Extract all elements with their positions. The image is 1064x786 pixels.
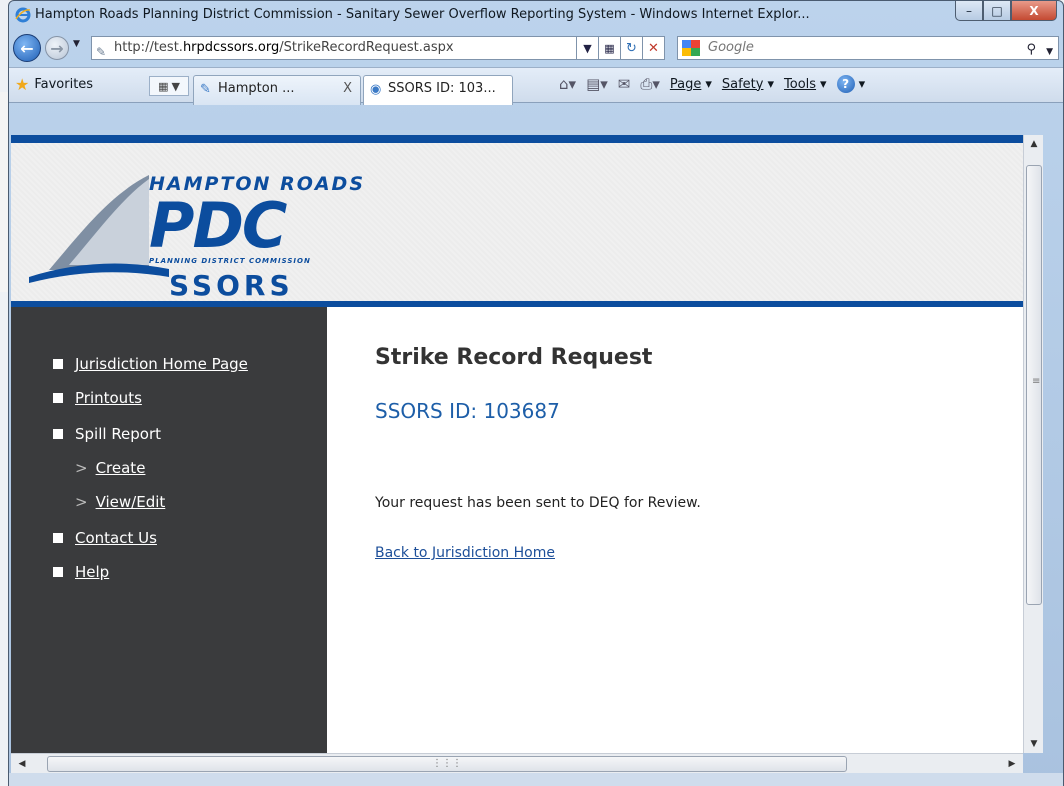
google-logo-icon — [682, 40, 700, 56]
url-dropdown-icon[interactable]: ▼ — [577, 36, 599, 60]
print-icon[interactable]: ⎙▾ — [640, 75, 660, 93]
minimize-button[interactable]: – — [955, 1, 983, 21]
command-bar: ⌂▾ ▤▾ ✉ ⎙▾ Page ▾ Safety ▾ Tools ▾ ? ▾ — [559, 75, 865, 93]
sidebar-item-contact-us[interactable]: Contact Us — [53, 529, 157, 547]
bullet-icon — [53, 567, 63, 577]
scroll-up-icon[interactable]: ▲ — [1024, 135, 1044, 153]
url-domain: hrpdcssors.org — [182, 40, 280, 55]
grip-icon: ≡ — [1032, 376, 1041, 387]
quick-tabs-icon: ▦ — [158, 79, 169, 93]
safety-menu-label: Safety — [721, 76, 764, 92]
search-placeholder: Google — [708, 40, 754, 55]
sidebar-item-view-edit[interactable]: > View/Edit — [75, 493, 165, 511]
stop-icon[interactable]: ✕ — [643, 36, 665, 60]
hrpdc-logo[interactable]: HAMPTON ROADS PDC PLANNING DISTRICT COMM… — [29, 165, 389, 302]
sidebar-item-label[interactable]: Help — [75, 563, 109, 581]
tab-hampton[interactable]: ✎ Hampton ... X — [193, 75, 361, 105]
tab-label: SSORS ID: 103... — [388, 81, 496, 96]
status-bar — [9, 773, 1063, 786]
mail-icon[interactable]: ✉ — [618, 75, 631, 93]
sidebar-item-label: Spill Report — [75, 425, 162, 443]
back-to-jurisdiction-home-link[interactable]: Back to Jurisdiction Home — [375, 545, 555, 561]
sidebar-item-help[interactable]: Help — [53, 563, 109, 581]
sidebar-item-label[interactable]: Contact Us — [75, 529, 157, 547]
page-viewport: HAMPTON ROADS PDC PLANNING DISTRICT COMM… — [11, 135, 1023, 753]
sidebar-item-spill-report: Spill Report — [53, 425, 161, 443]
help-menu[interactable]: ? ▾ — [836, 75, 865, 93]
sidebar-item-label[interactable]: View/Edit — [96, 493, 166, 511]
window-controls: – □ X — [955, 1, 1057, 21]
favorites-label: Favorites — [34, 77, 94, 92]
tools-menu-label: Tools — [784, 76, 817, 92]
ie-page-icon: ◉ — [370, 82, 382, 97]
home-icon[interactable]: ⌂▾ — [559, 75, 576, 93]
browser-window: Hampton Roads Planning District Commissi… — [8, 0, 1064, 786]
tab-close-icon[interactable]: X — [343, 76, 352, 102]
history-dropdown-icon[interactable]: ▼ — [73, 39, 80, 49]
address-bar: ← → ▼ ✎ http://test.hrpdcssors.org/Strik… — [9, 31, 1063, 65]
back-button[interactable]: ← — [13, 34, 41, 62]
sail-logo-icon — [29, 175, 169, 283]
star-icon: ★ — [15, 75, 30, 94]
chevron-right-icon: > — [75, 459, 88, 477]
safety-menu[interactable]: Safety ▾ — [722, 77, 774, 92]
page-menu-label: Page — [669, 76, 702, 92]
bullet-icon — [53, 359, 63, 369]
bullet-icon — [53, 393, 63, 403]
ie-logo-icon — [15, 7, 31, 23]
sidebar-nav: Jurisdiction Home Page Printouts Spill R… — [11, 307, 327, 753]
logo-line-ssors: SSORS — [169, 269, 294, 302]
title-bar: Hampton Roads Planning District Commissi… — [9, 1, 1063, 29]
logo-line-commission: PLANNING DISTRICT COMMISSION — [149, 257, 311, 265]
tab-label: Hampton ... — [218, 81, 295, 96]
forward-button[interactable]: → — [45, 36, 69, 60]
quick-tabs-dropdown-icon: ▼ — [171, 79, 180, 93]
search-dropdown-icon[interactable]: ▼ — [1046, 41, 1053, 63]
main-content: Strike Record Request SSORS ID: 103687 Y… — [327, 307, 1023, 753]
favorites-bar: ★ Favorites ▦ ▼ ✎ Hampton ... X ◉ SSORS … — [9, 67, 1063, 105]
search-input[interactable]: Google ⚲ ▼ — [677, 36, 1059, 60]
url-input[interactable]: ✎ http://test.hrpdcssors.org/StrikeRecor… — [91, 36, 577, 60]
search-icon[interactable]: ⚲ — [1026, 39, 1036, 61]
help-icon: ? — [836, 75, 855, 93]
scroll-right-icon[interactable]: ▶ — [1003, 755, 1021, 773]
page-icon: ✎ — [96, 45, 107, 59]
ssors-id-heading: SSORS ID: 103687 — [375, 399, 560, 423]
horizontal-scroll-thumb[interactable]: ⋮⋮⋮ — [47, 756, 847, 772]
compatibility-view-icon[interactable]: ▦ — [599, 36, 621, 60]
sidebar-item-label[interactable]: Create — [96, 459, 146, 477]
tools-menu[interactable]: Tools ▾ — [784, 77, 827, 92]
horizontal-scrollbar[interactable]: ◀ ⋮⋮⋮ ▶ — [11, 753, 1023, 773]
bullet-icon — [53, 533, 63, 543]
sidebar-item-label[interactable]: Printouts — [75, 389, 142, 407]
loading-page-icon: ✎ — [200, 82, 211, 97]
favorites-button[interactable]: ★ Favorites — [15, 75, 93, 94]
scroll-left-icon[interactable]: ◀ — [13, 755, 31, 773]
confirmation-message: Your request has been sent to DEQ for Re… — [375, 495, 701, 511]
sidebar-item-printouts[interactable]: Printouts — [53, 389, 142, 407]
url-buttons: ▼ ▦ ↻ ✕ — [577, 36, 665, 60]
quick-tabs-button[interactable]: ▦ ▼ — [149, 76, 189, 96]
chevron-right-icon: > — [75, 493, 88, 511]
window-title: Hampton Roads Planning District Commissi… — [35, 7, 810, 22]
close-button[interactable]: X — [1011, 1, 1057, 21]
tab-ssors-id[interactable]: ◉ SSORS ID: 103... — [363, 75, 513, 105]
sidebar-item-create[interactable]: > Create — [75, 459, 145, 477]
sidebar-item-jurisdiction-home[interactable]: Jurisdiction Home Page — [53, 355, 248, 373]
url-path: /StrikeRecordRequest.aspx — [279, 40, 454, 55]
rss-feed-icon[interactable]: ▤▾ — [586, 75, 608, 93]
maximize-button[interactable]: □ — [983, 1, 1011, 21]
scroll-down-icon[interactable]: ▼ — [1024, 735, 1044, 753]
site-header: HAMPTON ROADS PDC PLANNING DISTRICT COMM… — [11, 135, 1023, 307]
bullet-icon — [53, 429, 63, 439]
vertical-scrollbar[interactable]: ▲ ≡ ▼ — [1023, 135, 1043, 753]
sidebar-item-label[interactable]: Jurisdiction Home Page — [75, 355, 248, 373]
url-prefix: http://test. — [114, 40, 183, 55]
page-menu[interactable]: Page ▾ — [670, 77, 712, 92]
refresh-icon[interactable]: ↻ — [621, 36, 643, 60]
logo-line-pdc: PDC — [149, 189, 287, 262]
vertical-scroll-thumb[interactable]: ≡ — [1026, 165, 1042, 605]
page-title: Strike Record Request — [375, 345, 653, 370]
